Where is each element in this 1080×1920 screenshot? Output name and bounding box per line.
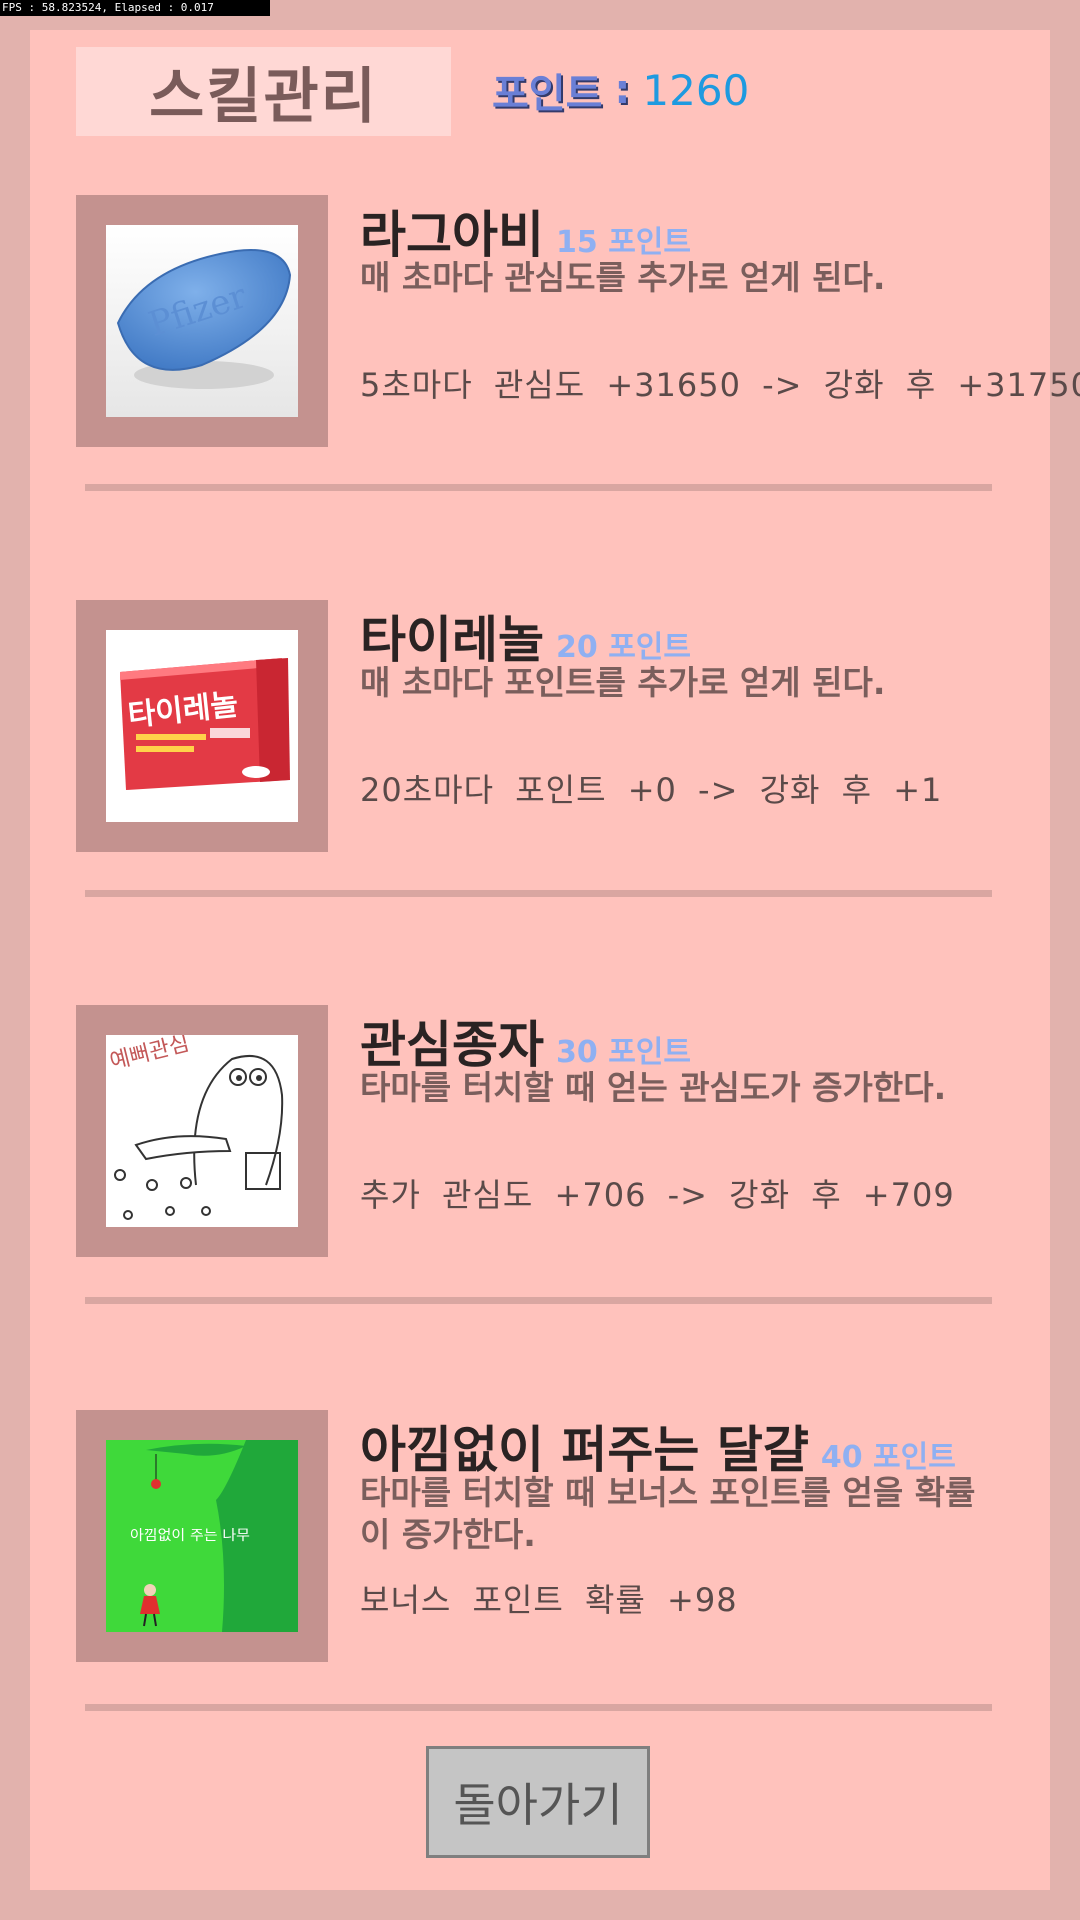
blue-pill-image: Pfizer — [106, 225, 298, 417]
skill-description: 매 초마다 관심도를 추가로 얻게 된다. — [360, 258, 886, 297]
skill-image-frame: 타이레놀 — [76, 600, 328, 852]
back-button[interactable]: 돌아가기 — [426, 1746, 650, 1858]
page-title: 스킬관리 — [149, 62, 378, 132]
skill-effect: 5초마다 관심도 +31650 -> 강화 후 +31750 — [360, 366, 1080, 404]
skill-effect: 보너스 포인트 확률 +98 — [360, 1581, 738, 1619]
skill-item-lagra[interactable]: Pfizer 라그아비 15 포인트 매 초마다 관심도를 추가로 얻게 된다.… — [30, 195, 1080, 455]
svg-text:아낌없이 주는 나무: 아낌없이 주는 나무 — [130, 1528, 250, 1544]
page-title-box: 스킬관리 — [76, 47, 451, 136]
divider — [85, 484, 992, 491]
skill-item-attention-seeker[interactable]: 예뻐관심 관심종자 30 포인트 타마를 터치할 때 얻는 관심도가 증가한다.… — [30, 1005, 1050, 1265]
points-display: 포인트 : 1260 — [492, 60, 749, 120]
medicine-box-image: 타이레놀 — [106, 630, 298, 822]
skill-item-tylenol[interactable]: 타이레놀 타이레놀 20 포인트 매 초마다 포인트를 추가로 얻게 된다. 2… — [30, 600, 1050, 860]
skill-description: 타마를 터치할 때 얻는 관심도가 증가한다. — [360, 1068, 947, 1107]
skill-effect: 추가 관심도 +706 -> 강화 후 +709 — [360, 1176, 955, 1214]
skill-cost: 20 포인트 — [556, 630, 691, 665]
skill-description: 타마를 터치할 때 보너스 포인트를 얻을 확률이 증가한다. — [360, 1473, 976, 1554]
points-separator: : — [614, 67, 631, 113]
giving-tree-image: 아낌없이 주는 나무 — [106, 1440, 298, 1632]
skill-image-frame: 아낌없이 주는 나무 — [76, 1410, 328, 1662]
skill-image-frame: 예뻐관심 — [76, 1005, 328, 1257]
fps-overlay: FPS : 58.823524, Elapsed : 0.017 — [0, 0, 270, 16]
skill-cost: 30 포인트 — [556, 1035, 691, 1070]
skill-cost: 15 포인트 — [556, 225, 691, 260]
divider — [85, 1297, 992, 1304]
points-label: 포인트 — [492, 71, 603, 117]
skill-panel: 스킬관리 포인트 : 1260 Pfizer 라그아비 15 포인트 매 초마다… — [30, 30, 1080, 1890]
skill-image-frame: Pfizer — [76, 195, 328, 447]
skill-description: 매 초마다 포인트를 추가로 얻게 된다. — [360, 663, 886, 702]
ghost-doodle-image: 예뻐관심 — [106, 1035, 298, 1227]
skill-item-giving-egg[interactable]: 아낌없이 주는 나무 아낌없이 퍼주는 달걀 40 포인트 타마를 터치할 때 … — [30, 1410, 1050, 1670]
points-value: 1260 — [642, 65, 750, 115]
skill-effect: 20초마다 포인트 +0 -> 강화 후 +1 — [360, 771, 943, 809]
divider — [85, 890, 992, 897]
skill-cost: 40 포인트 — [820, 1440, 956, 1475]
divider — [85, 1704, 992, 1711]
